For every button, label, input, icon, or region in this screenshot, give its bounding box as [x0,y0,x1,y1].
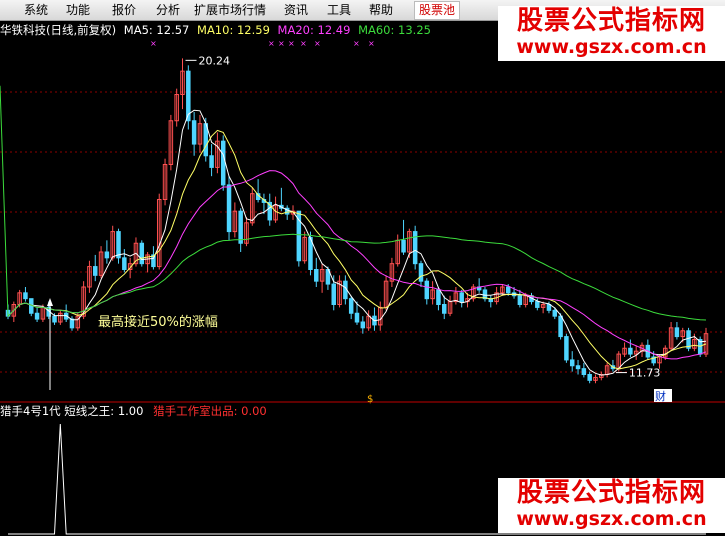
candle-body [564,336,569,361]
menu-item[interactable]: 分析 [156,3,180,18]
candle-body [104,251,110,259]
event-marker: $ [367,394,373,405]
menu-item[interactable]: 扩展市场行情 [194,3,266,18]
menu-item[interactable]: 功能 [66,3,90,18]
candle-body [116,231,121,259]
candle-body [581,368,587,375]
candle-body [348,298,354,314]
signal-arrowhead [47,298,53,306]
candle-body [52,315,57,323]
event-x-marker: × [268,39,275,48]
menu-item[interactable]: 系统 [24,3,48,18]
candle-body [517,295,523,305]
candle-body [209,155,214,168]
candle-body [23,292,28,300]
candle-body [314,269,319,282]
candle-body [401,239,406,253]
candle-body [558,315,563,338]
watermark-url: www.gszx.com.cn [516,508,707,530]
menu-item[interactable]: 帮助 [369,3,393,18]
candle-body [442,304,447,314]
candle-body [424,280,430,300]
menu-item[interactable]: 股票池 [414,1,461,20]
candle-body [436,289,441,305]
candle-body [34,312,40,320]
candle-body [331,283,336,306]
ma5-label: MA5: 12.57 [123,23,190,37]
candle-body [587,374,592,381]
chart-grid [0,91,725,403]
ma20-line [7,170,707,360]
gain-note: 最高接近50%的涨幅 [98,314,218,330]
event-x-marker: × [353,39,360,48]
ma60-label: MA60: 13.25 [358,23,431,37]
low-label: 11.73 [629,367,661,380]
candle-body [535,301,540,308]
candle-body [552,309,558,317]
candle-body [139,242,145,265]
kline-chart[interactable]: 20.2411.73最高接近50%的涨幅$ 财× × × × × × × × [0,38,725,536]
watermark-bottom: 股票公式指标网 www.gszx.com.cn [498,478,725,533]
event-x-marker: × [300,39,307,48]
event-x-marker: × [278,39,285,48]
candle-body [418,263,424,282]
event-x-marker: × [288,39,295,48]
candle-body [191,120,197,145]
ma10-label: MA10: 12.59 [197,23,270,37]
candle-body [628,347,633,355]
ma60-line [0,85,707,321]
candle-body [226,184,232,233]
candle-body [505,286,511,294]
ma20-label: MA20: 12.49 [277,23,351,37]
stock-title: 华铁科技(日线,前复权) [0,23,117,37]
candle-body [569,359,575,367]
watermark-title: 股票公式指标网 [516,6,706,36]
event-x-marker: × [150,39,157,48]
menu-item[interactable]: 工具 [327,3,351,18]
candle-body [238,210,243,244]
candle-body [93,266,98,276]
indicator-bar: 猎手4号1代 短线之王: 1.00 猎手工作室出品: 0.00 [0,403,267,419]
candle-body [686,330,691,349]
candle-body [674,327,680,338]
candle-body [122,257,127,271]
event-x-marker: × [368,39,375,48]
high-label: 20.24 [199,54,231,67]
candle-body [354,312,360,323]
candle-body [220,140,226,186]
watermark-top: 股票公式指标网 www.gszx.com.cn [498,6,725,61]
candle-body [69,318,75,329]
event-x-marker: × [314,39,321,48]
info-bar: 华铁科技(日线,前复权) MA5: 12.57 MA10: 12.59 MA20… [0,22,500,38]
candle-body [360,321,366,329]
candle-body [459,292,464,303]
candle-body [575,365,581,370]
menu-item[interactable]: 资讯 [284,3,308,18]
watermark-url: www.gszx.com.cn [516,36,707,58]
indicator-name: 猎手4号1代 [0,404,61,418]
finance-marker: 财 [655,389,666,403]
watermark-title: 股票公式指标网 [516,478,706,508]
candles [5,58,709,384]
indicator-label: 短线之王: 1.00 [64,404,144,418]
menu-item[interactable]: 报价 [112,3,136,18]
indicator-author: 猎手工作室出品: 0.00 [153,404,267,418]
